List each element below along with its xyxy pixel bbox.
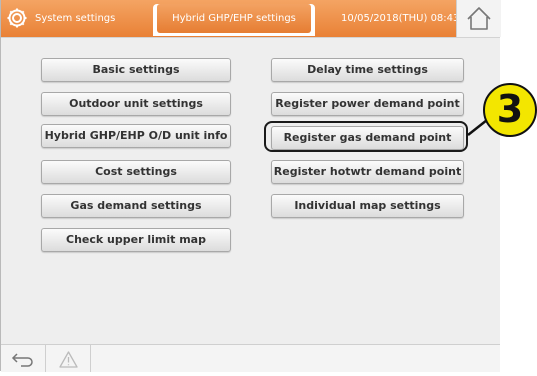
step-number-badge: 3 <box>483 83 537 137</box>
tab-label: Hybrid GHP/EHP settings <box>157 4 311 33</box>
delay-time-settings-button[interactable]: Delay time settings <box>271 58 464 82</box>
register-power-demand-point-button[interactable]: Register power demand point <box>271 92 464 116</box>
screen: System settings Hybrid GHP/EHP settings … <box>0 0 501 372</box>
highlight-ring <box>264 121 468 152</box>
register-hotwtr-demand-point-button[interactable]: Register hotwtr demand point <box>271 160 464 184</box>
gear-icon[interactable] <box>6 7 28 29</box>
basic-settings-button[interactable]: Basic settings <box>41 58 231 82</box>
system-settings-title[interactable]: System settings <box>35 13 115 24</box>
tab-hybrid-settings[interactable]: Hybrid GHP/EHP settings <box>153 4 315 36</box>
back-arrow-icon <box>11 353 33 367</box>
alert-button[interactable] <box>46 345 91 372</box>
bottom-bar <box>1 344 500 372</box>
check-upper-limit-map-button[interactable]: Check upper limit map <box>41 228 231 252</box>
outdoor-unit-settings-button[interactable]: Outdoor unit settings <box>41 92 231 116</box>
hybrid-od-unit-info-button[interactable]: Hybrid GHP/EHP O/D unit info <box>41 124 231 148</box>
cost-settings-button[interactable]: Cost settings <box>41 160 231 184</box>
settings-menu: Basic settings Outdoor unit settings Hyb… <box>1 37 500 345</box>
individual-map-settings-button[interactable]: Individual map settings <box>271 194 464 218</box>
home-button[interactable] <box>456 0 501 37</box>
home-icon <box>467 7 491 30</box>
datetime-display: 10/05/2018(THU) 08:43 <box>341 13 460 24</box>
top-bar: System settings Hybrid GHP/EHP settings … <box>1 0 501 37</box>
back-button[interactable] <box>1 345 46 372</box>
warning-icon <box>59 351 78 368</box>
gas-demand-settings-button[interactable]: Gas demand settings <box>41 194 231 218</box>
